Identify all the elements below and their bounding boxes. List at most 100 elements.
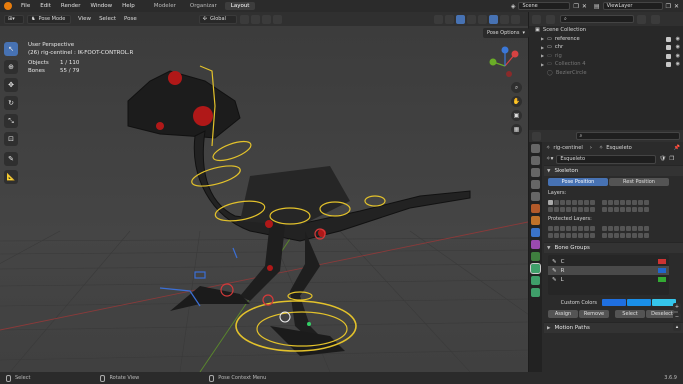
bone-tab-icon[interactable]: [531, 276, 540, 285]
eye-icon[interactable]: ◉: [676, 61, 680, 67]
navigation-gizmo[interactable]: [487, 44, 523, 84]
outliner-item-chr[interactable]: ▶ ▭ chr ◉: [529, 43, 683, 52]
outliner-search-input[interactable]: ⌕: [560, 15, 634, 23]
pan-hand-icon[interactable]: ✋: [511, 96, 522, 107]
menu-window[interactable]: Window: [85, 3, 117, 9]
bone-constraints-tab-icon[interactable]: [531, 288, 540, 297]
zoom-icon[interactable]: ⌕: [511, 82, 522, 93]
new-scene-icon[interactable]: ❐: [573, 3, 578, 10]
measure-tool-icon[interactable]: 📐: [4, 170, 18, 184]
scale-tool-icon[interactable]: ⤡: [4, 114, 18, 128]
solid-shading-icon[interactable]: [489, 14, 498, 24]
material-shading-icon[interactable]: [500, 14, 509, 24]
render-tab-icon[interactable]: [531, 156, 540, 165]
workspace-tab-organizar[interactable]: Organizar: [184, 2, 223, 10]
remove-icon[interactable]: −: [673, 313, 681, 321]
gizmo-icon[interactable]: [445, 14, 454, 24]
new-view-layer-icon[interactable]: ❐: [666, 3, 671, 10]
outliner-scene-collection[interactable]: ▣ Scene Collection: [529, 26, 683, 35]
protected-layers-grid-row-2[interactable]: [544, 232, 683, 239]
exclude-checkbox[interactable]: [666, 53, 671, 59]
blender-logo-icon[interactable]: [4, 2, 12, 10]
outliner-item-rig[interactable]: ▶ ▭ rig ◉: [529, 52, 683, 61]
eye-icon[interactable]: ◉: [676, 36, 680, 42]
armature-data-tab-icon[interactable]: [530, 263, 541, 274]
transform-orientation-selector[interactable]: ✣ Global: [198, 14, 237, 24]
pose-position-button[interactable]: Pose Position: [548, 178, 608, 186]
constraints-tab-icon[interactable]: [531, 252, 540, 261]
snap-target-icon[interactable]: [261, 14, 271, 24]
scene-tab-icon[interactable]: [531, 192, 540, 201]
eye-icon[interactable]: ◉: [676, 53, 680, 59]
properties-editor-icon[interactable]: [532, 131, 541, 141]
snap-icon[interactable]: [250, 14, 260, 24]
transform-tool-icon[interactable]: ⊡: [4, 132, 18, 146]
armature-data-field[interactable]: Esqueleto: [556, 154, 657, 164]
move-up-icon[interactable]: ▴: [673, 323, 681, 331]
menu-view[interactable]: View: [74, 16, 95, 22]
overlays-icon[interactable]: [456, 14, 465, 24]
object-tab-icon[interactable]: [531, 216, 540, 225]
exclude-checkbox[interactable]: [666, 62, 671, 67]
outliner-editor-icon[interactable]: [532, 14, 541, 24]
menu-help[interactable]: Help: [117, 3, 140, 9]
custom-color-swatch[interactable]: [627, 299, 651, 306]
select-button[interactable]: Select: [615, 309, 645, 318]
layers-grid-row-2[interactable]: [544, 206, 683, 213]
exclude-checkbox[interactable]: [666, 36, 671, 42]
3d-viewport[interactable]: ⌕ ✋ ▣ ▦: [0, 26, 528, 372]
properties-search-input[interactable]: ⌕: [575, 132, 680, 140]
outliner-item-reference[interactable]: ▶ ▭ reference ◉: [529, 35, 683, 44]
mode-selector[interactable]: ♞ Pose Mode: [27, 14, 71, 24]
add-icon[interactable]: +: [673, 303, 681, 311]
bone-group-item[interactable]: ✎ L: [548, 275, 669, 284]
exclude-checkbox[interactable]: [666, 45, 671, 50]
motion-paths-panel-header[interactable]: ▶ Motion Paths: [544, 322, 683, 333]
rest-position-button[interactable]: Rest Position: [609, 178, 669, 186]
perspective-toggle-icon[interactable]: ▦: [511, 124, 522, 135]
proportional-edit-icon[interactable]: [272, 14, 282, 24]
pivot-point-icon[interactable]: [239, 14, 249, 24]
viewport-scene[interactable]: [0, 26, 528, 372]
bone-group-item[interactable]: ✎ R: [548, 266, 669, 275]
cursor-tool-icon[interactable]: ⊕: [4, 60, 18, 74]
menu-select[interactable]: Select: [95, 16, 120, 22]
layers-grid[interactable]: [544, 198, 683, 206]
outliner-item-collection-4[interactable]: ▶ ▭ Collection 4 ◉: [529, 60, 683, 69]
workspace-tab-modeler[interactable]: Modeler: [148, 2, 182, 10]
wireframe-shading-icon[interactable]: [478, 14, 487, 24]
protected-layers-grid[interactable]: [544, 224, 683, 232]
workspace-tab-layout[interactable]: Layout: [224, 2, 256, 10]
view-object-types-icon[interactable]: [434, 14, 443, 24]
skeleton-panel-header[interactable]: ▼ Skeleton: [544, 165, 683, 176]
rendered-shading-icon[interactable]: [511, 14, 520, 24]
new-collection-icon[interactable]: [651, 14, 660, 24]
pose-options-button[interactable]: Pose Options ▾: [483, 28, 529, 38]
xray-icon[interactable]: [467, 14, 476, 24]
close-icon[interactable]: ✕: [582, 3, 587, 10]
select-tool-icon[interactable]: ↖: [4, 42, 18, 56]
annotate-tool-icon[interactable]: ✎: [4, 152, 18, 166]
bone-groups-panel-header[interactable]: ▼ Bone Groups: [544, 242, 683, 253]
tool-tab-icon[interactable]: [531, 144, 540, 153]
menu-file[interactable]: File: [16, 3, 35, 9]
view-layer-selector[interactable]: ViewLayer: [602, 2, 663, 10]
outliner-item-beziercircle[interactable]: ◯ BezierCircle: [529, 69, 683, 78]
bone-group-item[interactable]: ✎ C: [548, 257, 669, 266]
remove-button[interactable]: Remove: [579, 309, 609, 318]
physics-tab-icon[interactable]: [531, 240, 540, 249]
modifier-tab-icon[interactable]: [531, 228, 540, 237]
editor-type-button[interactable]: ⊞▾: [4, 14, 24, 24]
eye-icon[interactable]: ◉: [676, 44, 680, 50]
new-data-icon[interactable]: ❐: [669, 156, 674, 162]
menu-edit[interactable]: Edit: [35, 3, 56, 9]
scene-selector[interactable]: Scene: [518, 2, 571, 10]
raptor-rig-model[interactable]: [127, 70, 471, 356]
view-layer-tab-icon[interactable]: [531, 180, 540, 189]
camera-view-icon[interactable]: ▣: [511, 110, 522, 121]
assign-button[interactable]: Assign: [548, 309, 578, 318]
output-tab-icon[interactable]: [531, 168, 540, 177]
world-tab-icon[interactable]: [531, 204, 540, 213]
menu-pose[interactable]: Pose: [120, 16, 141, 22]
move-tool-icon[interactable]: ✥: [4, 78, 18, 92]
